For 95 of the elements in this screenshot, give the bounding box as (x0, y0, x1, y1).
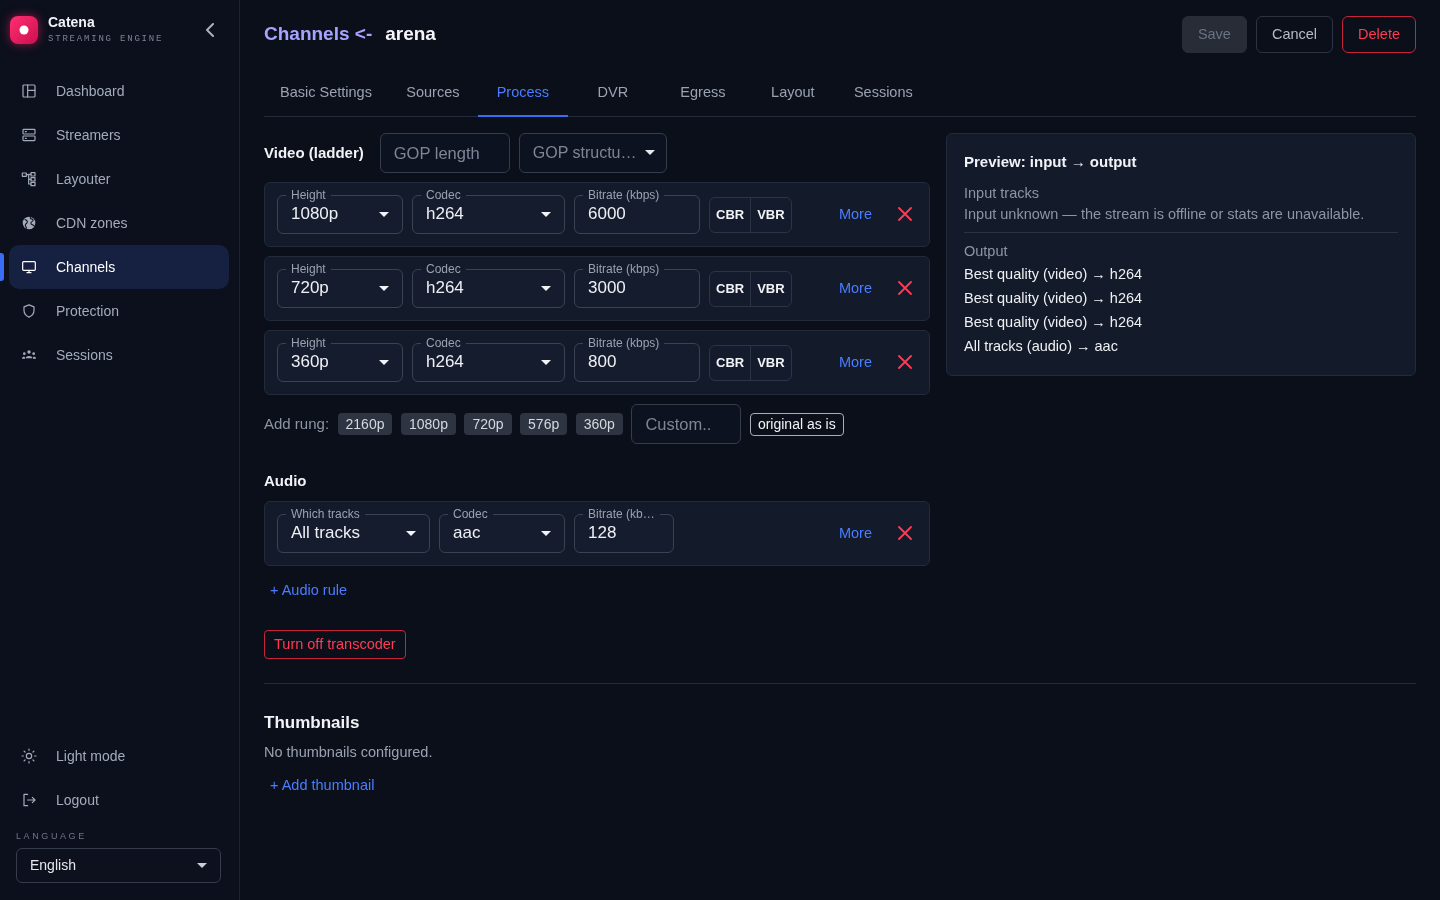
rate-mode-button[interactable]: VBR (750, 345, 792, 381)
tab[interactable]: Sessions (837, 70, 929, 117)
more-link[interactable]: More (838, 352, 872, 372)
output-line: Best quality (video) → h264 (964, 313, 1144, 332)
close-icon[interactable] (898, 207, 912, 221)
bitrate-input[interactable]: Bitrate (kb… 128 (574, 507, 674, 553)
height-select[interactable]: Height 1080p (277, 188, 403, 234)
page-title: arena (385, 22, 436, 47)
rung-preset-button[interactable]: 1080p (401, 413, 456, 435)
tab[interactable]: DVR (567, 70, 658, 117)
rate-mode-button[interactable]: CBR (709, 197, 752, 233)
layout-grid-icon (21, 83, 37, 99)
delete-button[interactable]: Delete (1342, 16, 1416, 53)
tracks-select[interactable]: Which tracks All tracks (277, 507, 430, 553)
section-title: Video (ladder) (264, 143, 364, 163)
codec-select[interactable]: Codec h264 (412, 262, 565, 308)
cancel-button[interactable]: Cancel (1255, 16, 1334, 53)
caret-icon (644, 150, 655, 155)
tab[interactable]: Basic Settings (264, 70, 388, 117)
add-audio-rule-link[interactable]: + Audio rule (270, 580, 347, 600)
codec-select[interactable]: Codec h264 (412, 336, 565, 382)
caret-icon (379, 285, 389, 291)
app-logo-icon (10, 15, 38, 44)
close-icon[interactable] (898, 355, 912, 369)
logout-icon (21, 792, 37, 808)
chevron-left-icon[interactable] (205, 22, 215, 37)
preview-heading: Output (964, 242, 1009, 261)
tab[interactable]: Layout (747, 70, 838, 117)
rung-preset-button[interactable]: 576p (520, 413, 568, 435)
add-thumbnail-link[interactable]: + Add thumbnail (270, 775, 375, 795)
language-select[interactable]: English (16, 848, 221, 883)
bitrate-input[interactable]: Bitrate (kbps) 3000 (574, 262, 700, 308)
sidebar-item[interactable]: Protection (9, 289, 229, 333)
caret-icon (541, 359, 551, 365)
add-rung-label: Add rung: (264, 413, 330, 434)
monitor-icon (21, 259, 37, 275)
rung-preset-button[interactable]: 360p (575, 413, 623, 435)
rate-mode-button[interactable]: CBR (709, 345, 752, 381)
gop-length-input[interactable]: GOP length (379, 133, 510, 173)
globe-icon (21, 215, 37, 231)
output-line: Best quality (video) → h264 (964, 289, 1144, 308)
caret-icon (541, 211, 551, 217)
original-button[interactable]: original as is (749, 412, 844, 436)
active-indicator (0, 253, 4, 281)
height-select[interactable]: Height 720p (277, 262, 403, 308)
sidebar-item[interactable]: Logout (9, 778, 229, 822)
server-icon (21, 127, 37, 143)
output-line: All tracks (audio) → aac (964, 337, 1119, 356)
rung-preset-button[interactable]: 2160p (337, 413, 393, 435)
height-select[interactable]: Height 360p (277, 336, 403, 382)
caret-icon (541, 530, 551, 536)
tree-diagram-icon (21, 171, 37, 187)
tab[interactable]: Egress (657, 70, 748, 117)
close-icon[interactable] (898, 281, 912, 295)
rate-mode-button[interactable]: CBR (709, 271, 752, 307)
preview-heading: Input tracks (964, 184, 1040, 203)
more-link[interactable]: More (838, 278, 872, 298)
bitrate-input[interactable]: Bitrate (kbps) 6000 (574, 188, 700, 234)
custom-rung-input[interactable]: Custom.. (631, 404, 742, 444)
rung-preset-button[interactable]: 720p (464, 413, 512, 435)
sidebar-item[interactable]: Light mode (9, 734, 229, 778)
turn-off-transcoder-button[interactable]: Turn off transcoder (264, 630, 406, 659)
codec-select[interactable]: Codec aac (439, 507, 565, 553)
preview-text: Input unknown — the stream is offline or stats are unavailable. (964, 205, 1366, 224)
section-title: Thumbnails (264, 712, 361, 734)
language-label: LANGUAGE (16, 830, 87, 842)
sidebar-item[interactable]: Dashboard (9, 69, 229, 113)
tab[interactable]: Sources (387, 70, 478, 117)
sidebar-item[interactable]: Streamers (9, 113, 229, 157)
more-link[interactable]: More (838, 523, 872, 543)
rate-mode-button[interactable]: VBR (750, 271, 792, 307)
section-title: Audio (264, 471, 308, 491)
more-link[interactable]: More (838, 204, 872, 224)
sidebar-item[interactable]: Sessions (9, 333, 229, 377)
caret-icon (379, 359, 389, 365)
close-icon[interactable] (898, 526, 912, 540)
tab[interactable]: Process (477, 70, 568, 117)
caret-icon (197, 863, 207, 868)
brand-name: Catena (48, 14, 96, 30)
preview-title: Preview: input → output (964, 152, 1138, 172)
caret-icon (406, 530, 416, 536)
sidebar-item[interactable]: CDN zones (9, 201, 229, 245)
shield-icon (21, 303, 37, 319)
caret-icon (541, 285, 551, 291)
empty-text: No thumbnails configured. (264, 743, 434, 762)
caret-icon (379, 211, 389, 217)
breadcrumb-link[interactable]: Channels <- (264, 20, 373, 49)
bitrate-input[interactable]: Bitrate (kbps) 800 (574, 336, 700, 382)
brand-tagline: STREAMING ENGINE (48, 33, 164, 45)
gop-structure-select[interactable]: GOP structu… (518, 133, 667, 173)
codec-select[interactable]: Codec h264 (412, 188, 565, 234)
rate-mode-button[interactable]: VBR (750, 197, 792, 233)
sidebar-item[interactable]: Layouter (9, 157, 229, 201)
output-line: Best quality (video) → h264 (964, 265, 1144, 284)
sun-icon (21, 748, 37, 764)
